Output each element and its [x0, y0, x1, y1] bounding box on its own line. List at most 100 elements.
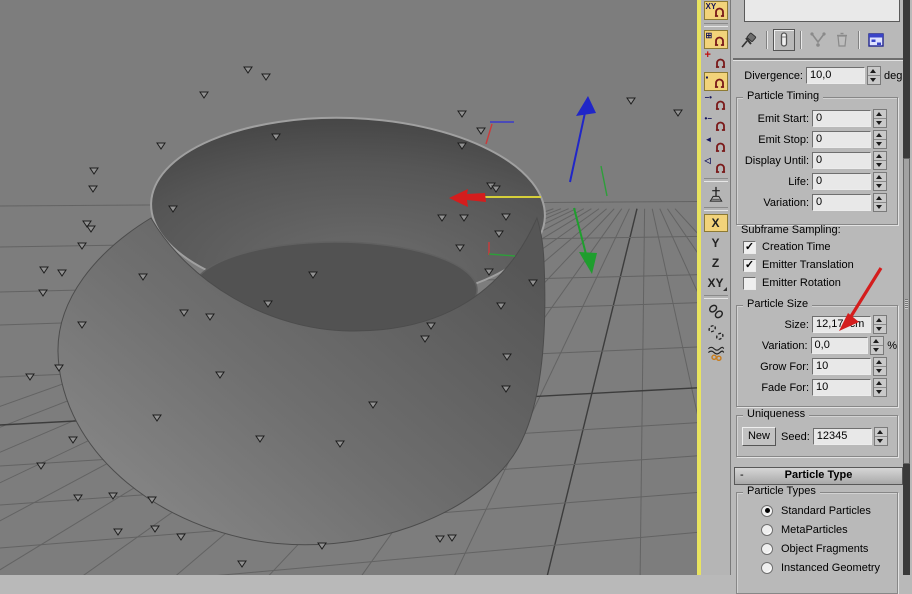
- life-field[interactable]: 0: [812, 173, 871, 190]
- snap-edge-button[interactable]: ◄: [703, 135, 728, 154]
- creation-time-row[interactable]: ✓ Creation Time: [743, 238, 907, 256]
- unlink-chain-icon: [707, 325, 724, 340]
- size-variation-field[interactable]: 0,0: [810, 337, 869, 354]
- instanced-geometry-row[interactable]: Instanced Geometry: [761, 558, 897, 577]
- emit-stop-field[interactable]: 0: [812, 131, 871, 148]
- configure-sets-icon: [868, 33, 884, 47]
- restrict-y-button[interactable]: Y: [703, 234, 728, 252]
- particle-type-rollout-header[interactable]: - Particle Type: [734, 467, 903, 485]
- particle-size-group: Particle Size Size: 12,176cm Variation: 0,…: [736, 298, 898, 407]
- snap-pivot-button[interactable]: +: [703, 50, 728, 70]
- snap-vertex-button[interactable]: ▪: [703, 72, 728, 91]
- divergence-field[interactable]: 10,0: [806, 67, 865, 84]
- emitter-translation-checkbox[interactable]: ✓: [743, 258, 756, 272]
- emitter-rotation-checkbox[interactable]: ✓: [743, 276, 756, 290]
- magnet-icon: [714, 7, 724, 17]
- make-unique-button[interactable]: [807, 29, 829, 51]
- particle-types-group: Particle Types Standard Particles MetaPa…: [736, 485, 898, 594]
- standard-particles-radio[interactable]: [761, 504, 773, 517]
- seed-spinner[interactable]: [873, 427, 888, 446]
- emitter-translation-row[interactable]: ✓ Emitter Translation: [743, 256, 907, 274]
- collapse-icon: -: [740, 469, 744, 481]
- toolbar-separator: [703, 295, 728, 299]
- gizmo-z-axis[interactable]: [569, 107, 587, 183]
- divergence-spinner[interactable]: [867, 66, 881, 85]
- fade-for-field[interactable]: 10: [812, 379, 871, 396]
- display-until-field[interactable]: 0: [812, 152, 871, 169]
- instanced-geometry-label: Instanced Geometry: [781, 561, 881, 574]
- size-field[interactable]: 12,176cm: [812, 316, 871, 333]
- toolbar-separator: [703, 23, 728, 27]
- size-variation-spinner[interactable]: [870, 336, 885, 355]
- object-fragments-radio[interactable]: [761, 542, 773, 555]
- metaparticles-row[interactable]: MetaParticles: [761, 520, 897, 539]
- unlink-selection-button[interactable]: [703, 323, 728, 342]
- snap-midpoint-button[interactable]: •−: [703, 114, 728, 133]
- object-fragments-row[interactable]: Object Fragments: [761, 539, 897, 558]
- emit-start-spinner[interactable]: [873, 109, 887, 128]
- particle-type-rollout-title: Particle Type: [784, 469, 853, 481]
- divergence-unit: deg: [884, 69, 903, 82]
- display-until-spinner[interactable]: [873, 151, 887, 170]
- gizmo-z-arrowhead: [576, 96, 596, 116]
- select-and-link-button[interactable]: [703, 302, 728, 321]
- divergence-label: Divergence:: [744, 69, 803, 82]
- pushpin-icon: [741, 32, 757, 48]
- size-variation-label: Variation:: [761, 339, 808, 352]
- grow-for-field[interactable]: 10: [812, 358, 871, 375]
- life-spinner[interactable]: [873, 172, 887, 191]
- creation-time-checkbox[interactable]: ✓: [743, 240, 756, 254]
- configure-modifier-sets-button[interactable]: [865, 29, 887, 51]
- panel-divider: [733, 58, 905, 60]
- size-variation-unit: %: [887, 339, 897, 352]
- remove-modifier-button[interactable]: [831, 29, 853, 51]
- restrict-plane-button[interactable]: XY: [703, 274, 728, 292]
- gizmo-y-arrowhead: [579, 252, 597, 274]
- magnet-icon: [715, 100, 725, 110]
- seed-field[interactable]: 12345: [812, 428, 872, 445]
- emit-start-field[interactable]: 0: [812, 110, 871, 127]
- bind-to-space-warp-button[interactable]: [703, 344, 728, 363]
- variation-spinner[interactable]: [873, 193, 887, 212]
- toolbar-separator: [703, 178, 728, 182]
- variation-field[interactable]: 0: [812, 194, 871, 211]
- snap-endpoint-button[interactable]: −•: [703, 93, 728, 112]
- modifier-stack-toolbar: [731, 26, 912, 54]
- flyout-corner-icon: [722, 287, 727, 291]
- bowl-mesh[interactable]: [57, 111, 548, 546]
- pin-stack-button[interactable]: [739, 29, 761, 51]
- toolbar-separator: [858, 31, 860, 49]
- snap-toggle-xy-button[interactable]: XY: [703, 1, 728, 20]
- magnet-icon: [715, 58, 725, 68]
- snap-face-button[interactable]: ◁: [703, 156, 728, 175]
- perspective-viewport[interactable]: [0, 0, 912, 594]
- standard-particles-row[interactable]: Standard Particles: [761, 501, 897, 520]
- uniqueness-group: Uniqueness New Seed: 12345: [736, 408, 898, 457]
- show-end-result-button[interactable]: [773, 29, 795, 51]
- restrict-x-button[interactable]: X: [703, 214, 728, 232]
- size-label: Size:: [784, 318, 809, 331]
- grow-for-spinner[interactable]: [873, 357, 887, 376]
- emit-stop-spinner[interactable]: [873, 130, 887, 149]
- fade-for-spinner[interactable]: [873, 378, 887, 397]
- emitter-rotation-row[interactable]: ✓ Emitter Rotation: [743, 274, 907, 292]
- modifier-stack-list[interactable]: [744, 0, 900, 22]
- metaparticles-label: MetaParticles: [781, 523, 848, 536]
- metaparticles-radio[interactable]: [761, 523, 773, 536]
- panel-scrollbar-thumb[interactable]: [903, 158, 910, 464]
- snap-grid-points-button[interactable]: ⊞: [703, 30, 728, 49]
- particle-timing-group: Particle Timing Emit Start: 0 Emit Stop: 0…: [736, 90, 898, 225]
- axis-tripod-button[interactable]: [703, 185, 728, 204]
- display-until-label: Display Until:: [744, 154, 809, 167]
- standard-particles-label: Standard Particles: [781, 504, 871, 517]
- new-seed-button[interactable]: New: [742, 427, 776, 446]
- panel-scrollbar[interactable]: [903, 0, 910, 575]
- trash-icon: [837, 32, 847, 47]
- instanced-geometry-radio[interactable]: [761, 561, 773, 574]
- toolbar-separator: [766, 31, 768, 49]
- size-spinner[interactable]: [873, 315, 887, 334]
- restrict-plane-label: XY: [707, 276, 724, 290]
- particle-types-title: Particle Types: [743, 485, 820, 497]
- restrict-z-button[interactable]: Z: [703, 254, 728, 272]
- emitter-translation-label: Emitter Translation: [762, 259, 854, 271]
